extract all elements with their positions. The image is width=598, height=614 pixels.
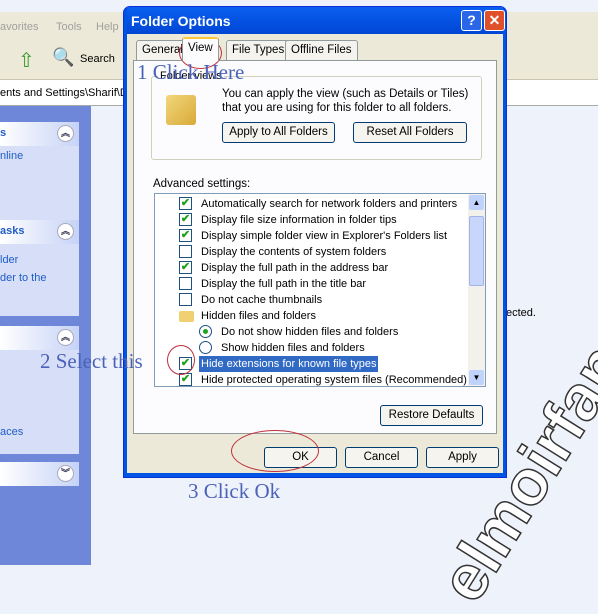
annotation-step1: 1 Click Here — [137, 60, 245, 84]
cancel-button[interactable]: Cancel — [345, 447, 418, 468]
radio-button[interactable] — [199, 341, 212, 354]
panel-item[interactable]: der to the — [0, 272, 79, 284]
scroll-thumb[interactable] — [469, 216, 484, 286]
checkbox[interactable]: ✔ — [179, 261, 192, 274]
collapse-icon[interactable]: ︽ — [57, 125, 74, 142]
setting-label: Hide protected operating system files (R… — [201, 374, 467, 386]
menu-tools[interactable]: Tools — [56, 21, 82, 33]
checkbox[interactable]: ✔ — [179, 197, 192, 210]
dialog-title: Folder Options — [131, 13, 231, 29]
folder-views-group: Folder views You can apply the view (suc… — [151, 70, 482, 160]
panel-header[interactable]: ︽ — [0, 326, 79, 350]
setting-label: Display file size information in folder … — [201, 214, 397, 226]
setting-label: Hidden files and folders — [201, 310, 316, 322]
setting-label: Display the full path in the title bar — [201, 278, 367, 290]
annotation-step2: 2 Select this — [40, 349, 143, 373]
panel-header[interactable]: ︾ — [0, 462, 79, 486]
setting-label: Display simple folder view in Explorer's… — [201, 230, 448, 242]
panel-item[interactable]: aces — [0, 426, 79, 438]
checkbox[interactable] — [179, 293, 192, 306]
content-text: ected. — [506, 307, 536, 319]
close-button[interactable]: ✕ — [484, 10, 505, 31]
panel-item[interactable]: nline — [0, 150, 23, 162]
scroll-down-icon[interactable]: ▼ — [469, 370, 484, 385]
collapse-icon[interactable]: ︽ — [57, 329, 74, 346]
reset-all-folders-button[interactable]: Reset All Folders — [353, 122, 467, 143]
title-bar[interactable]: Folder Options ? ✕ — [127, 7, 505, 34]
setting-label: Do not cache thumbnails — [201, 294, 323, 306]
checkbox[interactable] — [179, 245, 192, 258]
setting-label: Do not show hidden files and folders — [221, 326, 399, 338]
panel-header[interactable]: asks ︽ — [0, 220, 79, 244]
search-icon[interactable]: 🔍 — [52, 47, 74, 68]
radio-button[interactable] — [199, 325, 212, 338]
tab-offline-files[interactable]: Offline Files — [285, 40, 358, 60]
folder-up-icon[interactable]: ⇧ — [18, 48, 35, 73]
checkbox[interactable]: ✔ — [179, 213, 192, 226]
panel-title: asks — [0, 225, 25, 237]
annotation-step3: 3 Click Ok — [188, 479, 281, 503]
task-pane: s ︽ nline asks ︽ lder der to the ︽ aces ︾ — [0, 106, 91, 565]
highlight-circle-checkbox — [167, 345, 195, 375]
checkbox[interactable] — [179, 277, 192, 290]
tab-file-types[interactable]: File Types — [226, 40, 291, 60]
setting-label: Display the contents of system folders — [201, 246, 387, 258]
scroll-up-icon[interactable]: ▲ — [469, 195, 484, 210]
folder-views-description: You can apply the view (such as Details … — [222, 88, 469, 114]
dialog-body: General View File Types Offline Files Fo… — [127, 34, 503, 473]
expand-icon[interactable]: ︾ — [57, 465, 74, 482]
menu-help[interactable]: Help — [96, 21, 119, 33]
setting-label: Hide extensions for known file types — [199, 356, 379, 372]
advanced-settings-label: Advanced settings: — [153, 178, 251, 190]
folder-views-icon — [166, 95, 196, 125]
panel-body: lder der to the — [0, 244, 79, 316]
setting-label: Display the full path in the address bar — [201, 262, 389, 274]
panel-item[interactable]: lder — [0, 254, 79, 266]
help-button[interactable]: ? — [461, 10, 482, 31]
view-tab-panel: Folder views You can apply the view (suc… — [133, 60, 497, 434]
panel-body: nline — [0, 146, 79, 226]
restore-defaults-button[interactable]: Restore Defaults — [380, 405, 483, 426]
checkbox[interactable]: ✔ — [179, 229, 192, 242]
collapse-icon[interactable]: ︽ — [57, 223, 74, 240]
menu-favorites[interactable]: avorites — [0, 21, 39, 33]
scrollbar[interactable]: ▲ ▼ — [468, 194, 485, 386]
panel-title: s — [0, 127, 7, 139]
setting-label: Show hidden files and folders — [221, 342, 365, 354]
search-button[interactable]: Search — [80, 53, 115, 65]
apply-to-all-folders-button[interactable]: Apply to All Folders — [222, 122, 335, 143]
setting-label: Automatically search for network folders… — [201, 198, 458, 210]
advanced-settings-list: ✔ Automatically search for network folder… — [154, 193, 486, 387]
panel-header[interactable]: s ︽ — [0, 122, 79, 146]
tab-view[interactable]: View — [182, 37, 219, 61]
folder-icon — [179, 311, 194, 322]
apply-button[interactable]: Apply — [426, 447, 499, 468]
highlight-circle-ok — [231, 430, 319, 472]
